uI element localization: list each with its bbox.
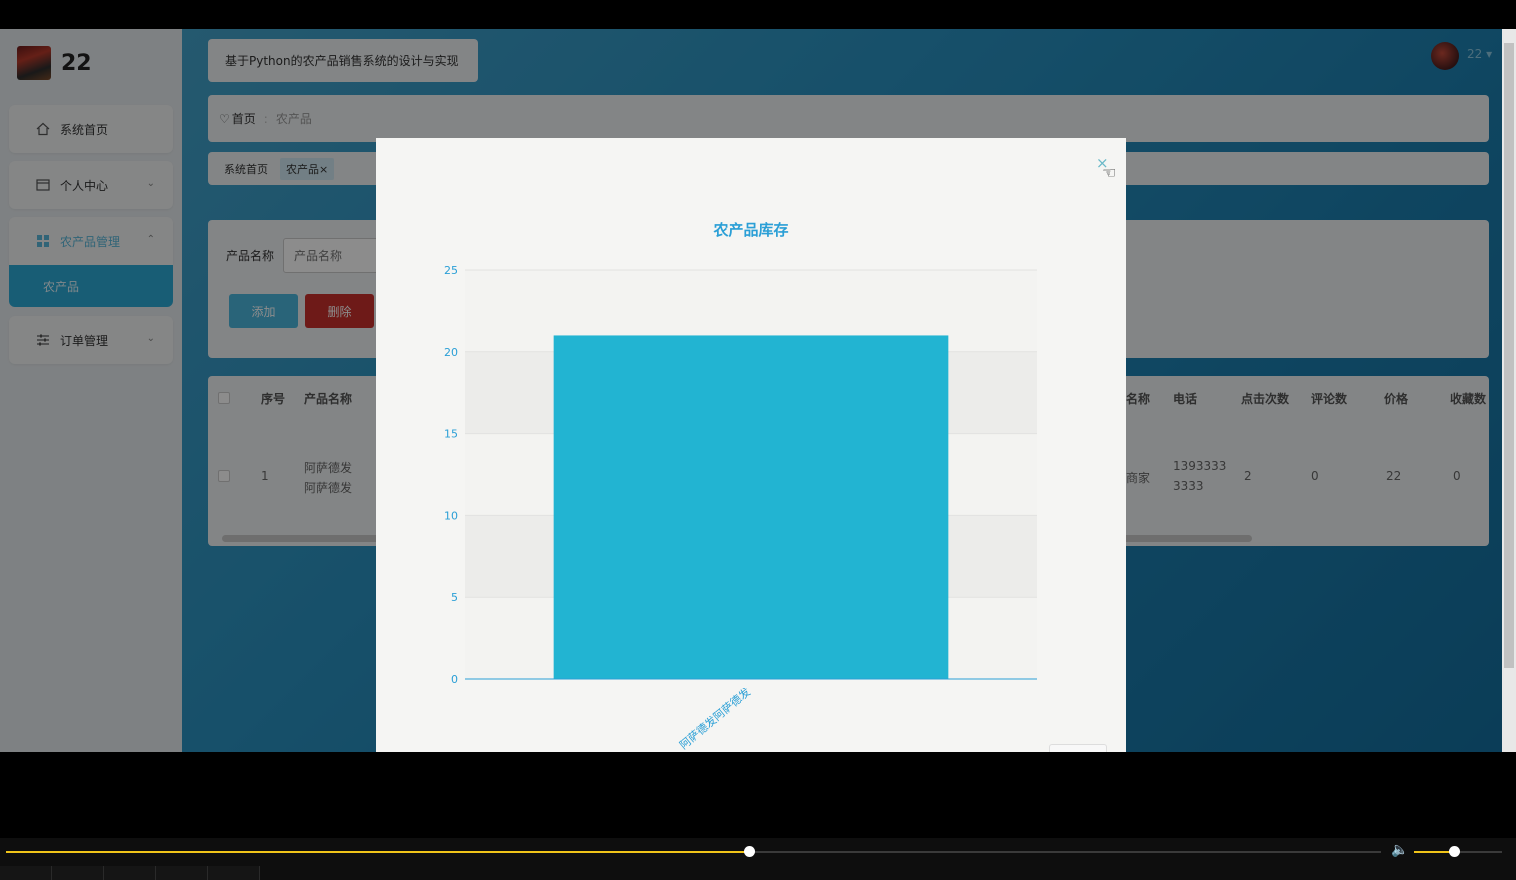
volume-slider[interactable]: [1414, 846, 1502, 857]
player-control[interactable]: [104, 866, 156, 880]
chart-dialog: 农产品库存 0 5 10 15 20 25 阿萨德发阿萨德发 × ☜: [376, 138, 1126, 752]
player-control[interactable]: [208, 866, 260, 880]
progress-track[interactable]: [6, 846, 1381, 857]
player-controls-strip: [0, 866, 1516, 880]
player-control[interactable]: [52, 866, 104, 880]
bar-chart: 农产品库存 0 5 10 15 20 25 阿萨德发阿萨德发: [444, 221, 1037, 752]
bar: [553, 335, 949, 679]
progress-handle[interactable]: [743, 846, 755, 857]
scrollbar-thumb[interactable]: [1504, 43, 1514, 668]
progress-fill: [6, 851, 749, 853]
volume-fill: [1414, 851, 1454, 853]
y-tick-label: 15: [444, 428, 458, 441]
hand-cursor-icon: ☜: [1102, 163, 1117, 182]
y-tick-label: 0: [451, 673, 458, 686]
y-tick-label: 10: [444, 509, 458, 522]
player-control[interactable]: [156, 866, 208, 880]
dialog-footer-button[interactable]: [1049, 744, 1107, 752]
chart-title: 农产品库存: [712, 221, 788, 239]
x-tick-label: 阿萨德发阿萨德发: [677, 685, 753, 752]
y-tick-label: 20: [444, 346, 458, 359]
player-control[interactable]: [0, 866, 52, 880]
app-viewport: 22 系统首页 个人中心 ⌄ 农产品管理 ⌃ 农产品 订单管理 ⌄ 基于Pyth…: [0, 29, 1516, 752]
volume-icon[interactable]: 🔈: [1391, 842, 1408, 858]
y-tick-label: 5: [451, 591, 458, 604]
volume-handle[interactable]: [1448, 846, 1460, 857]
video-player-bar: 🔈: [0, 838, 1516, 880]
y-tick-label: 25: [444, 264, 458, 277]
vertical-scrollbar[interactable]: [1502, 29, 1516, 752]
